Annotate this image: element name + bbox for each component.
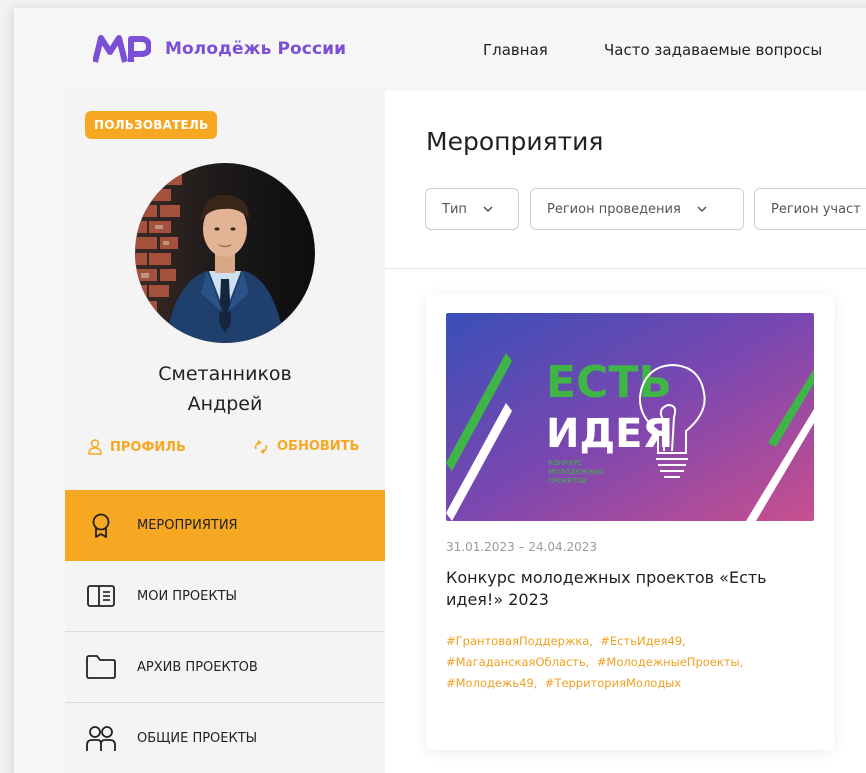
sidebar-item-label: ОБЩИЕ ПРОЕКТЫ [137, 730, 258, 746]
folder-icon [85, 651, 117, 683]
avatar [135, 163, 315, 343]
chevron-down-icon [483, 206, 493, 212]
logo-text: Молодёжь России [165, 39, 347, 59]
event-image-line2: ИДЕЯ [546, 411, 673, 457]
event-tag[interactable]: #МагаданскаяОбласть, [446, 655, 589, 669]
refresh-link-label: ОБНОВИТЬ [277, 439, 360, 454]
users-icon [85, 722, 117, 754]
site-logo[interactable]: Молодёжь России [93, 34, 346, 64]
event-tag[interactable]: #МолодежныеПроекты, [597, 655, 743, 669]
filter-region-label: Регион проведения [547, 201, 681, 217]
role-badge: ПОЛЬЗОВАТЕЛЬ [85, 111, 218, 139]
refresh-icon [254, 439, 268, 454]
project-book-icon [85, 580, 117, 612]
sidebar-menu: МЕРОПРИЯТИЯ МОИ ПРОЕКТЫ АРХИВ ПРОЕКТОВ О… [65, 490, 385, 773]
event-image-small-1: КОНКУРС [548, 459, 582, 467]
profile-link-label: ПРОФИЛЬ [110, 439, 186, 455]
event-tag[interactable]: #ГрантоваяПоддержка, [446, 634, 593, 648]
avatar-photo [135, 163, 315, 343]
chevron-down-icon [697, 206, 707, 212]
event-tag[interactable]: #ЕстьИдея49, [600, 634, 686, 648]
sidebar: ПОЛЬЗОВАТЕЛЬ Сметанников Андрей ПРОФИЛЬ … [65, 91, 385, 773]
event-title[interactable]: Конкурс молодежных проектов «Есть идея!»… [446, 567, 814, 611]
filter-region[interactable]: Регион проведения [530, 188, 744, 230]
event-image: ЕСТЬ ИДЕЯ КОНКУРС МОЛОДЕЖНЫХ ПРОЕКТОВ [446, 313, 814, 521]
event-dates: 31.01.2023 – 24.04.2023 [446, 540, 598, 554]
page-title: Мероприятия [426, 127, 604, 156]
filter-participant-region[interactable]: Регион участ [754, 188, 866, 230]
sidebar-item-my-projects[interactable]: МОИ ПРОЕКТЫ [65, 561, 385, 632]
user-name: Сметанников Андрей [65, 359, 385, 419]
event-tags: #ГрантоваяПоддержка, #ЕстьИдея49, #Магад… [446, 631, 816, 694]
event-card[interactable]: ЕСТЬ ИДЕЯ КОНКУРС МОЛОДЕЖНЫХ ПРОЕКТОВ 31… [426, 295, 834, 750]
refresh-link[interactable]: ОБНОВИТЬ [253, 439, 359, 454]
user-name-line1: Сметанников [158, 363, 292, 385]
logo-mark-icon [93, 35, 151, 63]
sidebar-item-events[interactable]: МЕРОПРИЯТИЯ [65, 490, 385, 561]
profile-link[interactable]: ПРОФИЛЬ [88, 439, 186, 455]
sidebar-item-archive[interactable]: АРХИВ ПРОЕКТОВ [65, 632, 385, 703]
nav-link-faq[interactable]: Часто задаваемые вопросы [604, 41, 822, 59]
divider [385, 268, 866, 269]
event-image-small-2: МОЛОДЕЖНЫХ [548, 468, 604, 476]
event-image-line1: ЕСТЬ [546, 357, 672, 408]
user-icon [88, 439, 102, 455]
main-content: Мероприятия Тип Регион проведения Регион… [385, 91, 866, 773]
filter-type-label: Тип [442, 201, 467, 217]
event-tag[interactable]: #ТерриторияМолодых [545, 676, 681, 690]
site-header: Молодёжь России Главная Часто задаваемые… [0, 0, 866, 90]
event-image-small-3: ПРОЕКТОВ [548, 477, 587, 485]
sidebar-item-label: АРХИВ ПРОЕКТОВ [137, 659, 258, 675]
sidebar-item-label: МОИ ПРОЕКТЫ [137, 588, 238, 604]
sidebar-item-shared-projects[interactable]: ОБЩИЕ ПРОЕКТЫ [65, 703, 385, 773]
filter-type[interactable]: Тип [425, 188, 519, 230]
filter-participant-region-label: Регион участ [771, 201, 861, 217]
sidebar-item-label: МЕРОПРИЯТИЯ [137, 518, 238, 533]
event-tag[interactable]: #Молодежь49, [446, 676, 537, 690]
nav-link-main[interactable]: Главная [483, 41, 548, 59]
award-icon [85, 510, 117, 542]
user-name-line2: Андрей [187, 393, 263, 415]
